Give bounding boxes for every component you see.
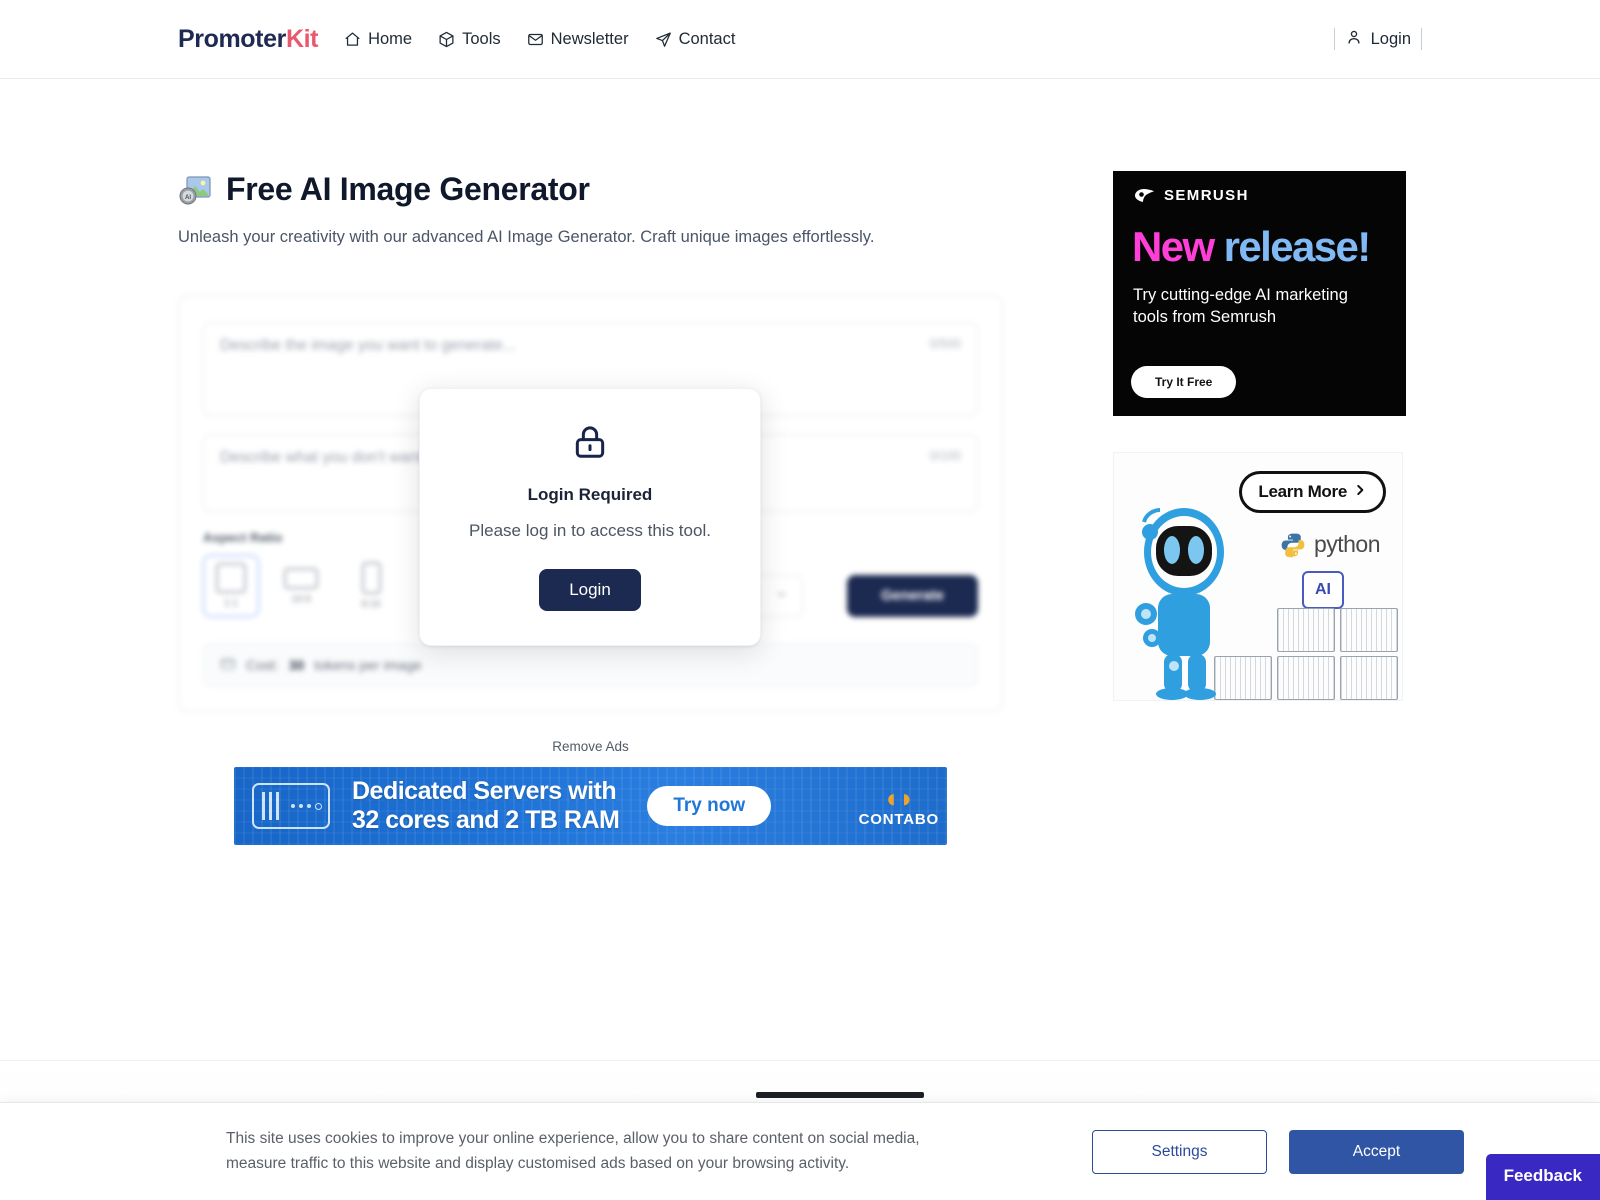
nav-item-tools[interactable]: Tools	[438, 30, 501, 49]
banner-headline-line1: Dedicated Servers with	[352, 776, 617, 805]
ai-chip-icon: AI	[1302, 571, 1344, 609]
banner-try-now-button[interactable]: Try now	[647, 786, 772, 826]
footer-accent-bar	[756, 1092, 924, 1098]
aspect-ratio-label-16-9: 16:9	[291, 593, 311, 605]
server-icon-dots	[291, 802, 322, 810]
nav-item-newsletter[interactable]: Newsletter	[527, 30, 629, 49]
cookie-consent-text: This site uses cookies to improve your o…	[226, 1130, 920, 1172]
nav-label-home: Home	[368, 29, 413, 48]
semrush-headline: New release!	[1113, 204, 1406, 268]
semrush-mark-icon	[1134, 188, 1156, 203]
prompt-counter: 0/500	[929, 337, 961, 351]
main-column: AI Free AI Image Generator Unleash your …	[178, 171, 1003, 845]
robot-ad-learn-more-label: Learn More	[1258, 482, 1347, 501]
banner-headline-line2: 32 cores and 2 TB RAM	[352, 806, 620, 834]
server-stack-row-top	[1277, 608, 1398, 652]
cost-prefix: Cost:	[246, 657, 279, 673]
header-login-button[interactable]: Login	[1345, 28, 1411, 51]
cookie-consent-bar: This site uses cookies to improve your o…	[0, 1102, 1600, 1200]
tool-area: Describe the image you want to generate.…	[178, 295, 1003, 712]
generate-button[interactable]: Generate	[847, 575, 978, 617]
login-required-modal: Login Required Please log in to access t…	[419, 388, 761, 646]
semrush-headline-release: release!	[1223, 223, 1372, 270]
robot-mascot-graphic	[1128, 490, 1246, 700]
nav-label-newsletter: Newsletter	[550, 29, 629, 48]
aspect-ratio-options: 1:1 16:9 9:16	[203, 555, 399, 617]
remove-ads-link[interactable]: Remove Ads	[178, 739, 1003, 754]
semrush-logo: SEMRUSH	[1113, 171, 1406, 204]
aspect-ratio-shape-landscape	[284, 567, 318, 589]
aspect-ratio-option-1-1[interactable]: 1:1	[203, 555, 259, 617]
logo-text-promoter: Promoter	[178, 24, 286, 53]
modal-title: Login Required	[527, 485, 653, 504]
contabo-mark-icon: ◖◗	[883, 782, 915, 813]
ai-image-icon: AI	[178, 173, 212, 207]
home-icon	[344, 31, 361, 48]
python-wordmark: python	[1313, 531, 1381, 557]
aspect-ratio-label-9-16: 9:16	[361, 599, 381, 610]
nav-item-contact[interactable]: Contact	[655, 29, 736, 49]
aspect-ratio-label-1-1: 1:1	[224, 598, 238, 609]
cookie-accept-button[interactable]: Accept	[1289, 1129, 1464, 1174]
credit-card-icon	[220, 656, 236, 675]
header-right-group: Login	[1333, 0, 1422, 78]
cost-bar: Cost: 30 tokens per image	[203, 643, 978, 687]
header-login-label: Login	[1370, 29, 1411, 48]
aspect-ratio-option-9-16[interactable]: 9:16	[343, 555, 399, 617]
page-title: Free AI Image Generator	[226, 171, 590, 207]
aspect-ratio-shape-square	[216, 563, 246, 593]
semrush-body-text: Try cutting-edge AI marketing tools from…	[1133, 286, 1348, 327]
semrush-headline-new: New	[1132, 223, 1215, 270]
semrush-try-it-free-button[interactable]: Try It Free	[1131, 366, 1237, 398]
header-divider-right	[1421, 28, 1422, 50]
cost-suffix: tokens per image	[314, 657, 422, 673]
site-logo[interactable]: PromoterKit	[178, 25, 318, 54]
aspect-ratio-group: Aspect Ratio 1:1 16:9 9:16	[203, 530, 399, 617]
semrush-ad[interactable]: SEMRUSH New release! Try cutting-edge AI…	[1113, 171, 1406, 416]
prompt-placeholder: Describe the image you want to generate.…	[220, 337, 516, 354]
aspect-ratio-label: Aspect Ratio	[203, 530, 283, 545]
cookie-settings-button[interactable]: Settings	[1092, 1129, 1267, 1174]
sidebar-ads-column: SEMRUSH New release! Try cutting-edge AI…	[1113, 171, 1406, 845]
aspect-ratio-option-16-9[interactable]: 16:9	[273, 555, 329, 617]
cost-amount: 30	[288, 657, 305, 673]
banner-headline: Dedicated Servers with 32 cores and 2 TB…	[352, 776, 620, 836]
contabo-banner-ad[interactable]: Dedicated Servers with 32 cores and 2 TB…	[234, 767, 947, 845]
robot-ad-learn-more-button[interactable]: Learn More	[1239, 471, 1386, 513]
python-mark-icon	[1281, 533, 1305, 557]
logo-text-kit: Kit	[285, 24, 319, 53]
contabo-wordmark: CONTABO	[858, 810, 939, 828]
feedback-button[interactable]: Feedback	[1485, 1154, 1600, 1200]
server-icon	[252, 783, 330, 829]
site-header: PromoterKit Home Tools Newsletter Contac…	[0, 0, 1600, 79]
python-logo: python	[1280, 531, 1381, 558]
semrush-wordmark: SEMRUSH	[1164, 187, 1249, 204]
box-icon	[438, 31, 455, 48]
page-subtitle: Unleash your creativity with our advance…	[178, 228, 875, 246]
paper-plane-icon	[655, 31, 672, 48]
nav-label-contact: Contact	[678, 29, 736, 48]
contabo-logo: ◖◗ CONTABO	[859, 785, 939, 828]
chevron-right-icon	[1353, 482, 1367, 502]
svg-text:AI: AI	[185, 195, 191, 201]
ai-chip-label: AI	[1315, 581, 1331, 598]
chevron-down-icon	[775, 588, 788, 604]
nav-item-home[interactable]: Home	[344, 30, 412, 49]
user-icon	[1345, 28, 1363, 51]
header-divider-left	[1333, 28, 1335, 50]
server-icon-bars	[262, 792, 279, 820]
envelope-icon	[527, 31, 544, 48]
page-title-row: AI Free AI Image Generator	[178, 171, 1003, 208]
lock-icon	[444, 423, 736, 461]
aspect-ratio-shape-portrait	[361, 562, 381, 594]
primary-nav: Home Tools Newsletter Contact	[344, 30, 735, 49]
nav-label-tools: Tools	[462, 29, 501, 48]
negative-prompt-counter: 0/100	[929, 449, 961, 463]
cookie-consent-actions: Settings Accept	[1092, 1129, 1464, 1174]
robot-ad[interactable]: Learn More python AI	[1113, 452, 1403, 701]
modal-message: Please log in to access this tool.	[469, 521, 711, 540]
modal-login-button[interactable]: Login	[539, 569, 641, 611]
page-body: AI Free AI Image Generator Unleash your …	[0, 79, 1600, 845]
